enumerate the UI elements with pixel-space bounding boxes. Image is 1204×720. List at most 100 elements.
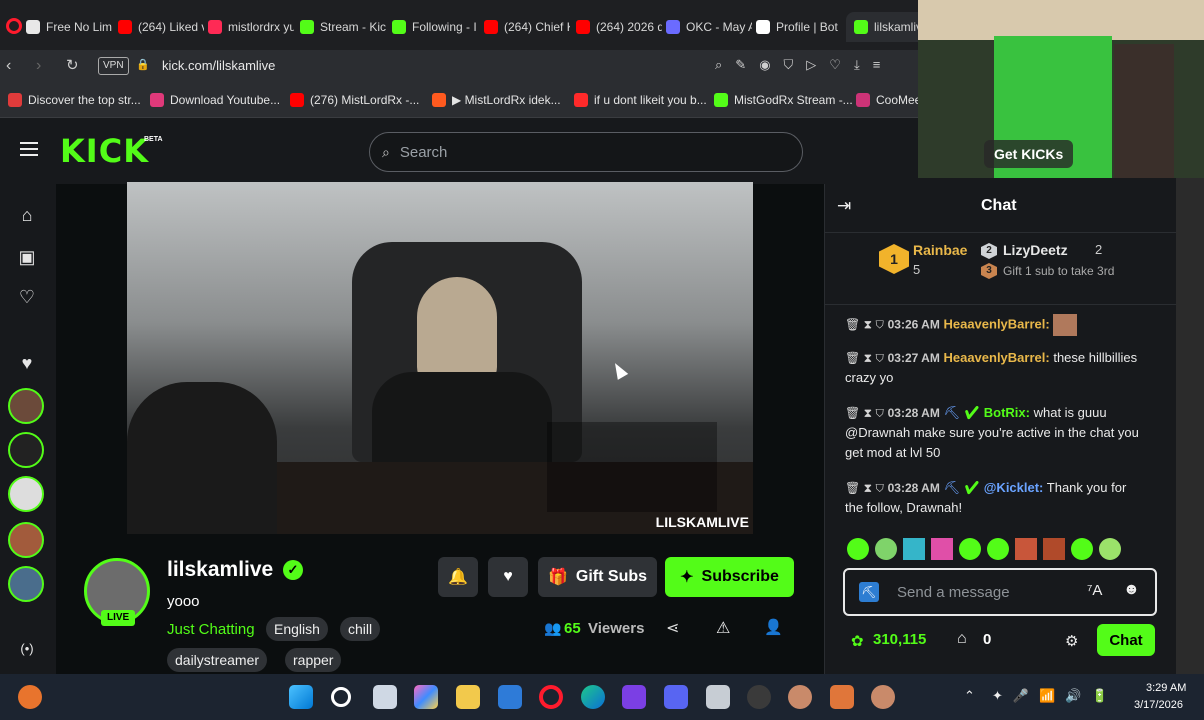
tray-chevron-icon[interactable]: ⌃ [964, 688, 975, 704]
rank-2-name[interactable]: LizyDeetz [1003, 242, 1068, 258]
obs-icon[interactable] [747, 685, 771, 709]
emote-icon[interactable] [987, 538, 1009, 560]
send-chat-button[interactable]: Chat [1097, 624, 1155, 656]
collapse-chat-icon[interactable]: ⇥ [837, 196, 851, 216]
share-icon[interactable]: ⋖ [666, 618, 679, 638]
reload-icon[interactable]: ↻ [66, 56, 79, 74]
follow-button[interactable]: ♥ [488, 557, 528, 597]
bookmark-item[interactable]: MistGodRx Stream -... [714, 93, 853, 107]
kick-logo[interactable]: KICK BETA [60, 132, 163, 170]
tag-english[interactable]: English [266, 617, 328, 641]
followed-channel-avatar[interactable] [8, 476, 44, 512]
rank-1-name[interactable]: Rainbae [913, 242, 967, 258]
tag-dailystreamer[interactable]: dailystreamer [167, 648, 268, 672]
report-icon[interactable]: ⚠ [716, 618, 730, 638]
emote-icon[interactable] [931, 538, 953, 560]
forward-icon[interactable]: › [36, 57, 52, 75]
chat-input[interactable]: ⛏ Send a message ⁷A ☻ [843, 568, 1157, 616]
browser-tab[interactable]: mistlordrx yu [208, 12, 294, 42]
download-icon[interactable]: ⤓ [854, 57, 860, 73]
emote-icon[interactable] [875, 538, 897, 560]
search-input[interactable]: ⌕ Search [369, 132, 803, 172]
emote-icon[interactable] [959, 538, 981, 560]
start-icon[interactable] [289, 685, 313, 709]
video-player[interactable]: LILSKAMLIVE [127, 182, 753, 534]
search-taskbar-icon[interactable] [331, 687, 351, 707]
url-field[interactable]: kick.com/lilskamlive [162, 58, 275, 73]
botrix-icon[interactable]: ⛏ [859, 582, 879, 602]
badge-count[interactable]: 0 [983, 631, 991, 648]
browser-tab[interactable]: Profile | Bot [756, 12, 842, 42]
emote-icon[interactable] [1043, 538, 1065, 560]
browser-tab[interactable]: Free No Lim [26, 12, 112, 42]
heart-icon[interactable]: ♡ [829, 57, 841, 73]
chat-message[interactable]: 🗑 ⧗ ⛉ 03:27 AM HeaavenlyBarrel: these hi… [845, 348, 1145, 388]
followed-channel-avatar[interactable] [8, 566, 44, 602]
browser-tab[interactable]: OKC - May A [666, 12, 752, 42]
bookmark-item[interactable]: Download Youtube... [150, 93, 280, 107]
edge-icon[interactable] [581, 685, 605, 709]
tag-rapper[interactable]: rapper [285, 648, 342, 672]
emote-icon[interactable] [903, 538, 925, 560]
bookmark-item[interactable]: if u dont likeit you b... [574, 93, 707, 107]
clock-date[interactable]: 3/17/2026 [1134, 699, 1183, 711]
copilot-icon[interactable] [414, 685, 438, 709]
media-app-icon[interactable] [622, 685, 646, 709]
opera-menu-icon[interactable] [6, 18, 22, 34]
tray-icons[interactable]: ✦🎤📶🔊🔋 [992, 688, 1118, 704]
mod-tools-icon[interactable]: 🗑 ⧗ ⛉ [845, 351, 884, 365]
gift-subs-button[interactable]: 🎁 Gift Subs [538, 557, 657, 597]
bookmark-item[interactable]: (276) MistLordRx -... [290, 93, 419, 107]
browser-tab[interactable]: Stream - Kic [300, 12, 386, 42]
message-user[interactable]: HeaavenlyBarrel: [943, 316, 1049, 331]
message-user[interactable]: HeaavenlyBarrel: [943, 350, 1049, 365]
browser-tab[interactable]: Following - I [392, 12, 478, 42]
following-icon[interactable]: ♡ [16, 286, 38, 308]
bookmark-item[interactable]: ▶ MistLordRx idek... [432, 93, 561, 107]
emote-icon[interactable] [1015, 538, 1037, 560]
user-options-icon[interactable]: 👤 [764, 618, 783, 636]
browse-icon[interactable]: ▣ [16, 246, 38, 268]
mod-tools-icon[interactable]: 🗑 ⧗ ⛉ [845, 406, 884, 420]
followed-channel-avatar[interactable] [8, 388, 44, 424]
category-link[interactable]: Just Chatting [167, 621, 255, 638]
menu-icon[interactable]: ≡ [873, 57, 881, 73]
tag-chill[interactable]: chill [340, 617, 381, 641]
followed-channel-avatar[interactable] [8, 522, 44, 558]
clock-time[interactable]: 3:29 AM [1146, 682, 1186, 694]
chat-settings-icon[interactable]: ⚙ [1065, 632, 1078, 650]
camera-app-icon[interactable] [706, 685, 730, 709]
opera-icon[interactable] [539, 685, 563, 709]
message-user[interactable]: @Kicklet: [984, 480, 1044, 495]
browser-tab[interactable]: (264) Liked v [118, 12, 204, 42]
search-page-icon[interactable]: ⌕ [715, 57, 722, 73]
channel-points[interactable]: 310,115 [873, 631, 926, 648]
browser-tab[interactable]: (264) 2026 d [576, 12, 662, 42]
shield-icon[interactable]: ⛉ [784, 57, 794, 73]
vpn-badge[interactable]: VPN [98, 57, 129, 75]
emote-icon[interactable] [1071, 538, 1093, 560]
channel-name[interactable]: lilskamlive [167, 558, 273, 582]
emote-icon[interactable] [847, 538, 869, 560]
task-view-icon[interactable] [373, 685, 397, 709]
subscribe-button[interactable]: ✦ Subscribe [665, 557, 794, 597]
emoji-icon[interactable]: ☻ [1123, 581, 1140, 599]
play-icon[interactable]: ▷ [806, 57, 816, 73]
translate-icon[interactable]: ⁷A [1087, 582, 1102, 599]
home-icon[interactable]: ⌂ [16, 204, 38, 226]
back-icon[interactable]: ‹ [6, 57, 22, 75]
browser-tab[interactable]: (264) Chief K [484, 12, 570, 42]
emote-icon[interactable] [1099, 538, 1121, 560]
favorites-heart-icon[interactable]: ♥ [16, 352, 38, 374]
discord-icon[interactable] [664, 685, 688, 709]
chat-message[interactable]: 🗑 ⧗ ⛉ 03:28 AM ⛏ ✔ @Kicklet: Thank you f… [845, 478, 1145, 518]
edit-icon[interactable]: ✎ [735, 57, 746, 73]
file-explorer-icon[interactable] [456, 685, 480, 709]
camera-icon[interactable]: ◉ [759, 57, 770, 73]
mod-tools-icon[interactable]: 🗑 ⧗ ⛉ [845, 317, 884, 331]
app-icon-4[interactable] [871, 685, 895, 709]
bookmark-item[interactable]: Discover the top str... [8, 93, 141, 107]
chat-message[interactable]: 🗑 ⧗ ⛉ 03:26 AM HeaavenlyBarrel: [845, 314, 1145, 336]
chat-message[interactable]: 🗑 ⧗ ⛉ 03:28 AM ⛏ ✔ BotRix: what is guuu … [845, 403, 1145, 463]
mod-tools-icon[interactable]: 🗑 ⧗ ⛉ [845, 481, 884, 495]
